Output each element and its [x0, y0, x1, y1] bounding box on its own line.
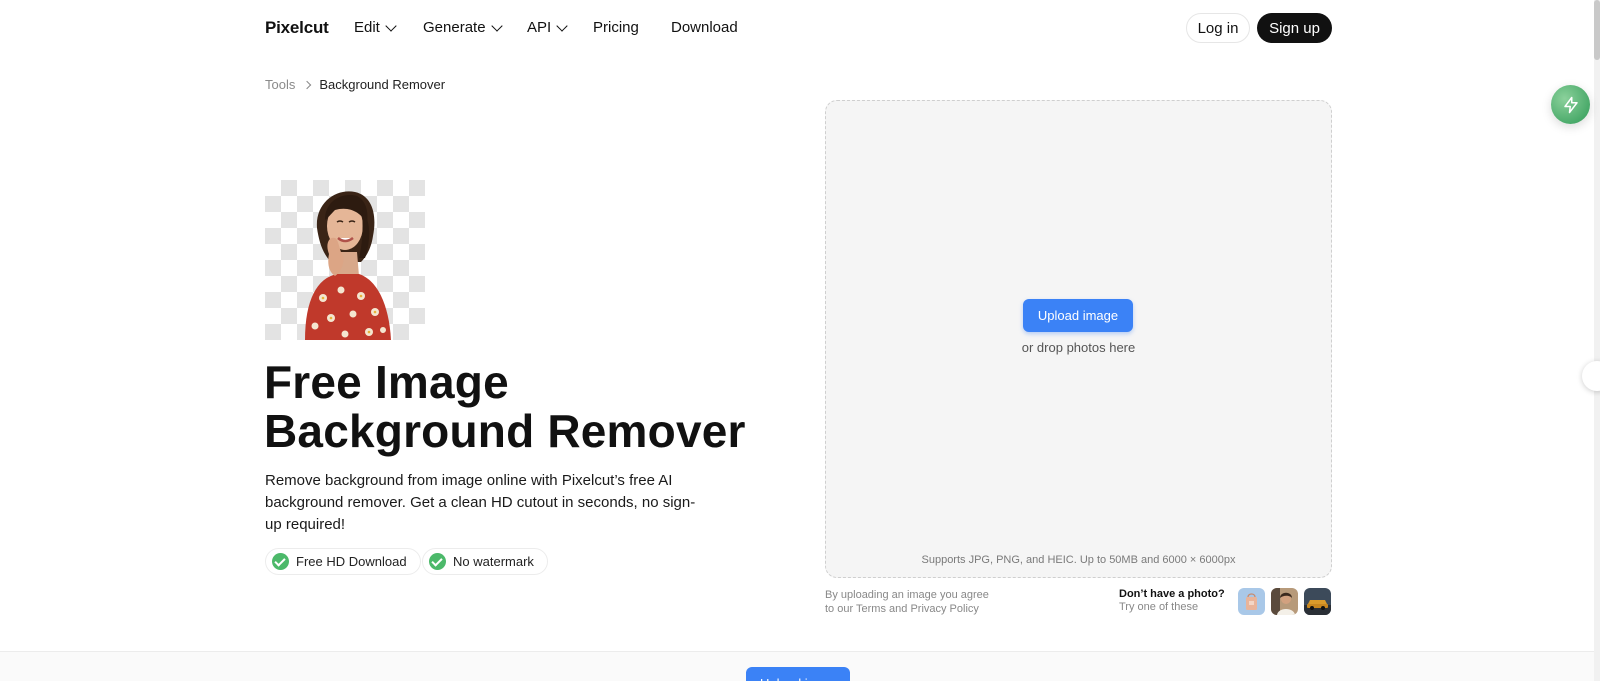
- feature-chip-free-hd: Free HD Download: [265, 548, 421, 575]
- privacy-policy-link[interactable]: Privacy Policy: [910, 603, 978, 615]
- nav-generate-label: Generate: [423, 19, 486, 36]
- pixelcut-logo[interactable]: Pixelcut: [265, 18, 329, 38]
- nav-generate[interactable]: Generate: [423, 19, 503, 36]
- top-navigation: Pixelcut Edit Generate API Pricing Downl…: [0, 0, 1600, 56]
- nav-pricing[interactable]: Pricing: [593, 19, 639, 36]
- agree-to-text: to our: [825, 603, 854, 615]
- nav-download-label: Download: [671, 19, 738, 36]
- chevron-down-icon: [490, 19, 503, 32]
- nav-download[interactable]: Download: [671, 19, 738, 36]
- signup-button[interactable]: Sign up: [1257, 13, 1332, 43]
- page-title: Free Image Background Remover: [264, 358, 764, 456]
- page-title-line2: Background Remover: [264, 405, 746, 457]
- side-widget[interactable]: [1582, 361, 1600, 391]
- agree-text: By uploading an image you agree: [825, 589, 989, 601]
- sample-photo-car[interactable]: [1304, 588, 1331, 615]
- terms-link[interactable]: Terms: [856, 603, 886, 615]
- scrollbar-thumb[interactable]: [1594, 0, 1600, 60]
- page-description: Remove background from image online with…: [265, 472, 696, 533]
- breadcrumb-tools-link[interactable]: Tools: [265, 77, 295, 92]
- nav-edit[interactable]: Edit: [354, 19, 397, 36]
- no-photo-subtitle: Try one of these: [1119, 601, 1199, 613]
- supported-formats-note: Supports JPG, PNG, and HEIC. Up to 50MB …: [921, 554, 1236, 566]
- feature-label: Free HD Download: [296, 554, 407, 569]
- person-thumbnail: [1271, 588, 1298, 615]
- chevron-down-icon: [385, 19, 397, 32]
- breadcrumb-current: Background Remover: [319, 77, 446, 92]
- chevron-down-icon: [556, 19, 568, 32]
- sample-photo-person[interactable]: [1271, 588, 1298, 615]
- page-title-line1: Free Image: [264, 356, 509, 408]
- feature-chip-no-watermark: No watermark: [422, 548, 548, 575]
- upload-terms-note: By uploading an image you agree to our T…: [825, 588, 1015, 616]
- upload-dropzone[interactable]: [825, 100, 1332, 578]
- nav-api[interactable]: API: [527, 19, 568, 36]
- sample-photos-prompt: Don’t have a photo? Try one of these: [1119, 588, 1225, 614]
- nav-api-label: API: [527, 19, 552, 36]
- no-photo-title: Don’t have a photo?: [1119, 588, 1225, 600]
- lightning-icon: [1563, 96, 1578, 113]
- secondary-upload-button[interactable]: Upload image: [746, 667, 850, 681]
- check-icon: [429, 553, 446, 570]
- upload-image-button[interactable]: Upload image: [1023, 299, 1133, 332]
- breadcrumb: Tools Background Remover: [265, 77, 445, 92]
- drop-photos-hint: or drop photos here: [1021, 340, 1136, 355]
- scrollbar[interactable]: [1594, 0, 1600, 681]
- car-thumbnail: [1304, 588, 1331, 615]
- product-bag-thumbnail: [1238, 588, 1265, 615]
- and-text: and: [889, 603, 908, 615]
- quick-action-button[interactable]: [1551, 85, 1590, 124]
- chevron-right-icon: [303, 80, 312, 89]
- nav-edit-label: Edit: [354, 19, 380, 36]
- sample-photo-product[interactable]: [1238, 588, 1265, 615]
- nav-pricing-label: Pricing: [593, 19, 639, 36]
- check-icon: [272, 553, 289, 570]
- feature-label: No watermark: [453, 554, 534, 569]
- login-button[interactable]: Log in: [1186, 13, 1250, 43]
- hero-example-image: [265, 180, 425, 340]
- woman-cutout-illustration: [305, 191, 391, 340]
